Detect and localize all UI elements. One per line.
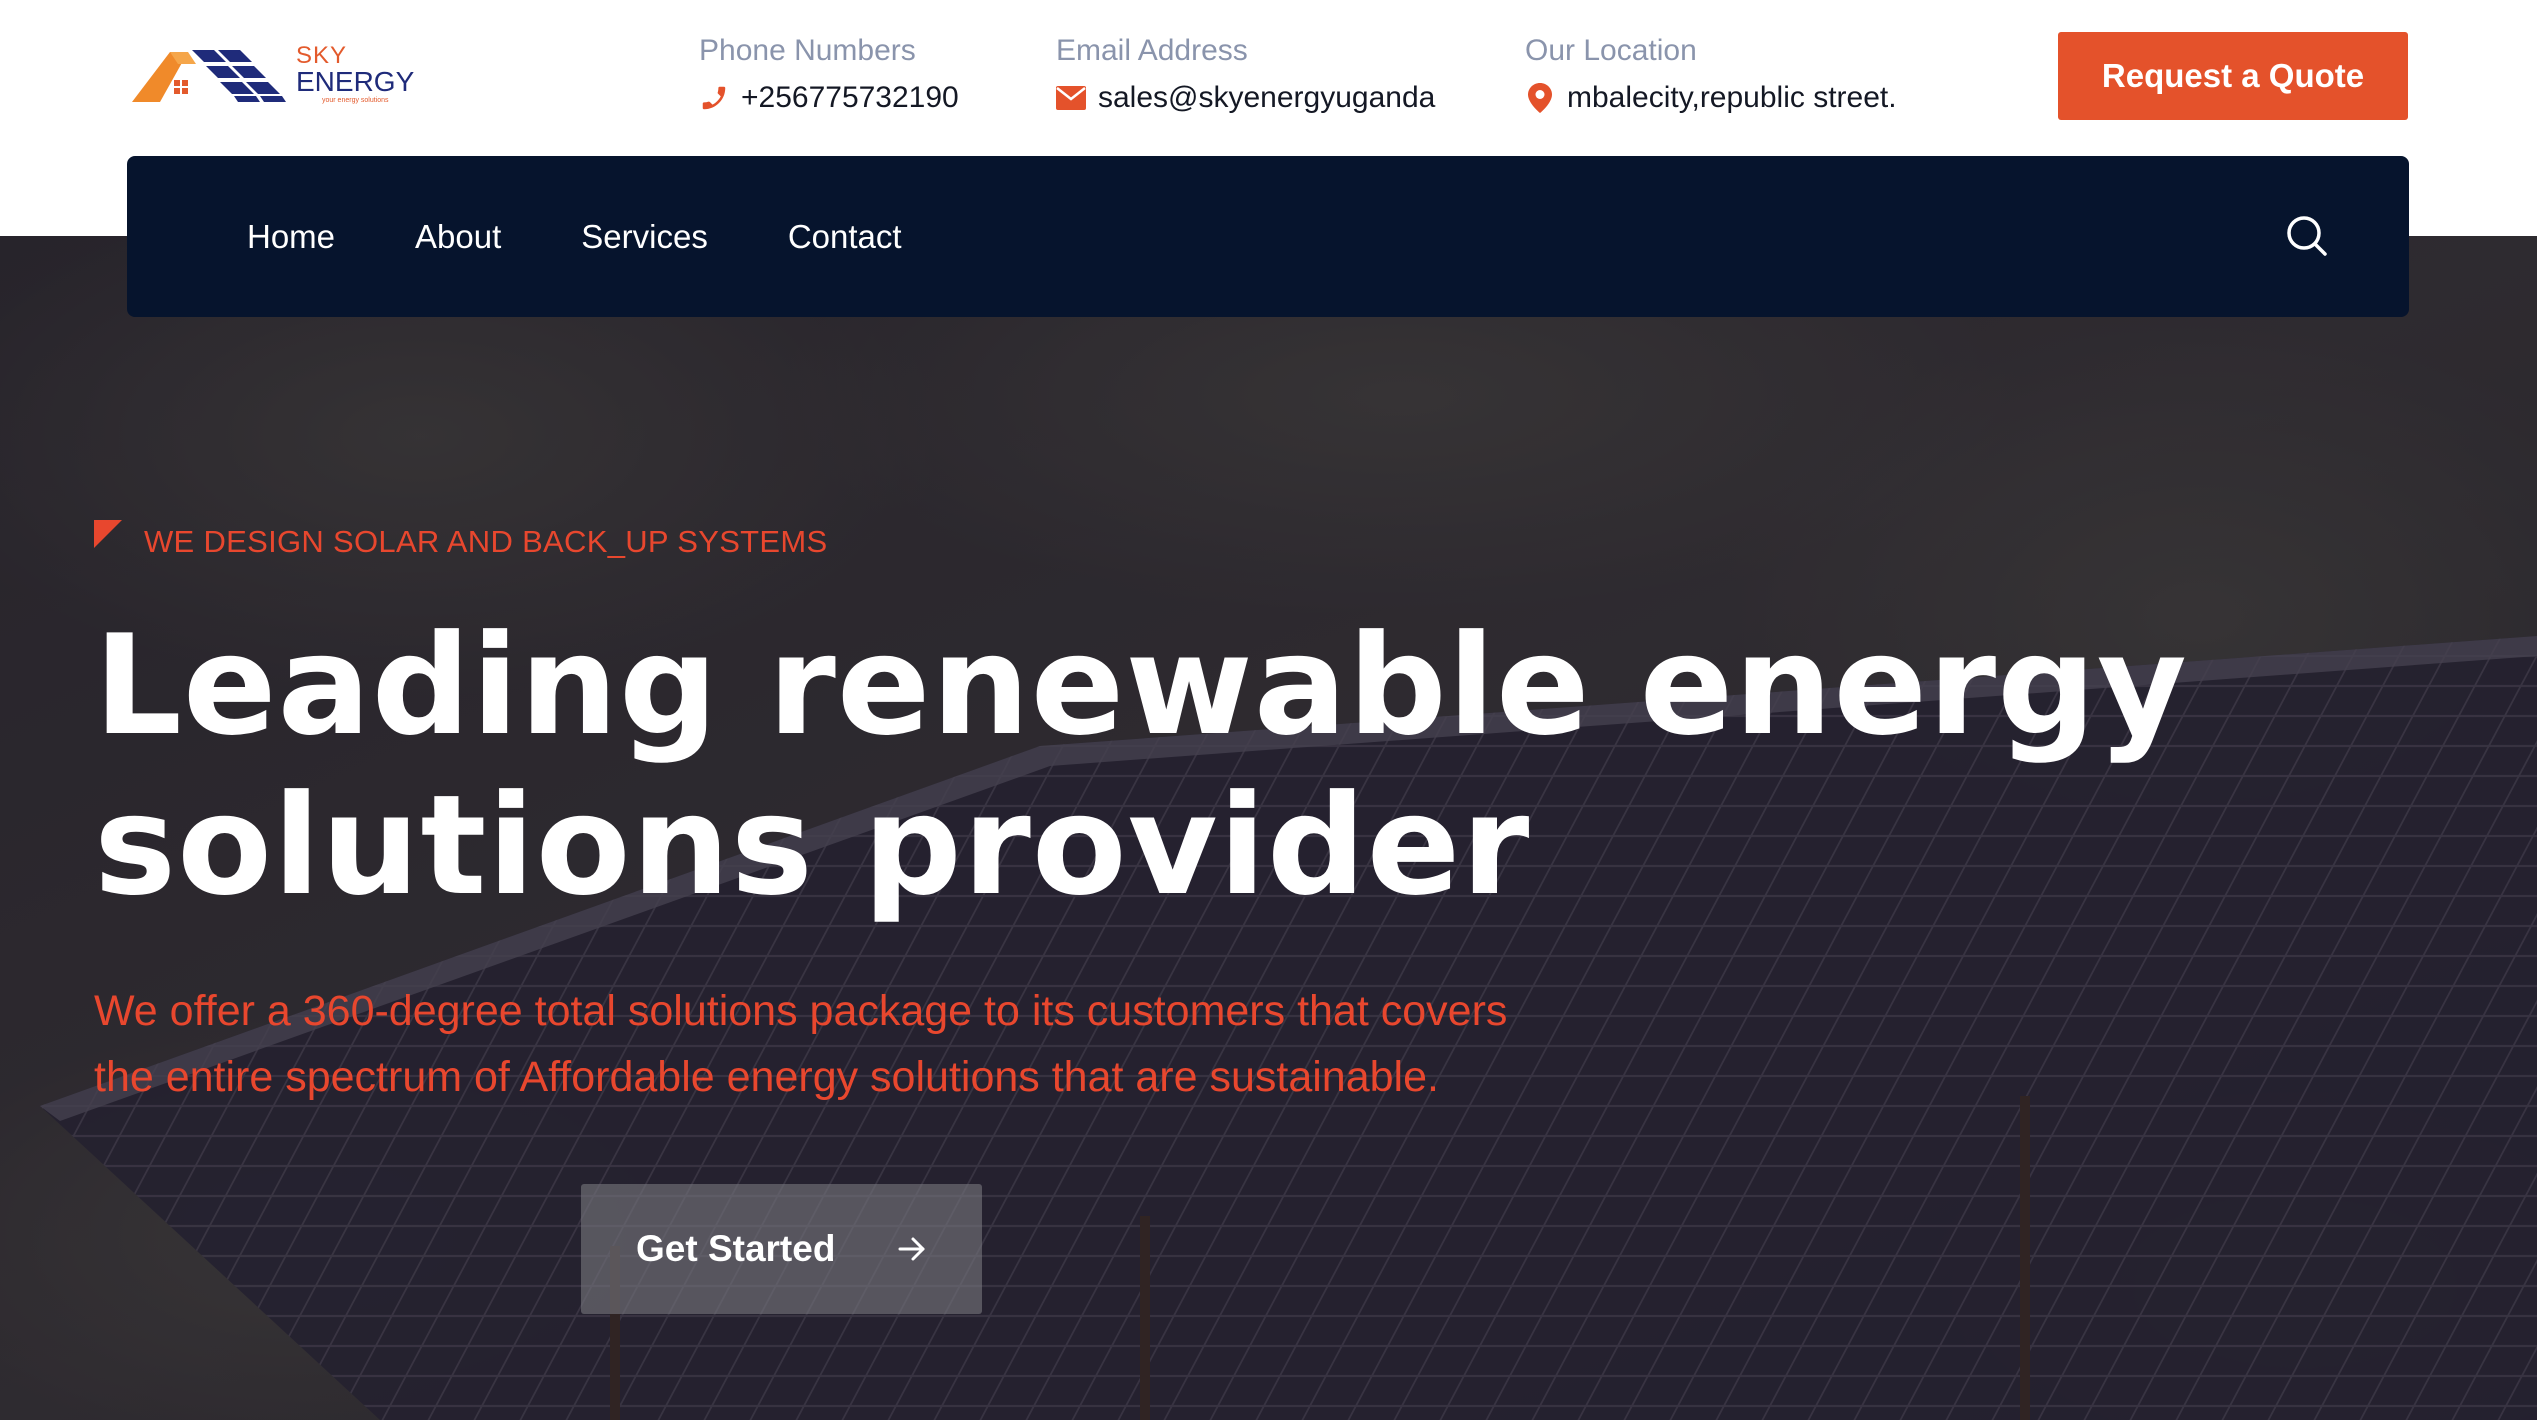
logo-tagline: your energy solutions <box>322 97 389 104</box>
contact-phone-value[interactable]: +256775732190 <box>741 80 959 116</box>
contact-location-label: Our Location <box>1525 34 1697 67</box>
hero-description: We offer a 360-degree total solutions pa… <box>94 978 1794 1110</box>
site-logo[interactable]: SKY ENERGY your energy solutions <box>130 40 414 110</box>
hero-description-line1: We offer a 360-degree total solutions pa… <box>94 987 1508 1035</box>
hero-tagline-text: WE DESIGN SOLAR AND BACK_UP SYSTEMS <box>144 524 828 559</box>
nav-item-contact[interactable]: Contact <box>788 218 902 256</box>
hero-headline: Leading renewable energy solutions provi… <box>94 605 2188 926</box>
request-quote-button[interactable]: Request a Quote <box>2058 32 2408 120</box>
arrow-right-icon <box>898 1237 925 1261</box>
contact-location-value: mbalecity,republic street. <box>1567 81 1897 114</box>
hero-headline-line1: Leading renewable energy <box>94 605 2188 766</box>
contact-email-value[interactable]: sales@skyenergyuganda <box>1098 80 1435 116</box>
hero-section: WE DESIGN SOLAR AND BACK_UP SYSTEMS Lead… <box>0 236 2537 1420</box>
nav-item-services[interactable]: Services <box>581 218 708 256</box>
corner-flag-icon <box>94 520 122 548</box>
get-started-label: Get Started <box>636 1228 836 1269</box>
get-started-button[interactable]: Get Started <box>581 1184 982 1314</box>
logo-name-line2: ENERGY <box>296 66 415 97</box>
nav-item-about[interactable]: About <box>415 218 501 256</box>
envelope-icon <box>1056 83 1086 113</box>
logo-wordmark: SKY ENERGY your energy solutions <box>296 44 414 106</box>
logo-name-line1: SKY <box>296 42 348 69</box>
contact-email-label: Email Address <box>1056 34 1248 67</box>
map-pin-icon <box>1525 83 1555 113</box>
contact-phone-label: Phone Numbers <box>699 34 916 67</box>
hero-description-line2: the entire spectrum of Affordable energy… <box>94 1053 1439 1101</box>
hero-headline-line2: solutions provider <box>94 765 1531 926</box>
nav-item-home[interactable]: Home <box>247 218 335 256</box>
contact-phone: Phone Numbers +256775732190 <box>699 32 959 116</box>
logo-mark <box>132 50 286 102</box>
main-navigation: Home About Services Contact <box>127 156 2409 317</box>
search-icon[interactable] <box>2285 214 2329 258</box>
contact-email: Email Address sales@skyenergyuganda <box>1056 32 1435 116</box>
contact-location: Our Location mbalecity,republic street. <box>1525 32 1897 116</box>
phone-icon <box>699 83 729 113</box>
hero-tagline: WE DESIGN SOLAR AND BACK_UP SYSTEMS <box>94 520 828 562</box>
